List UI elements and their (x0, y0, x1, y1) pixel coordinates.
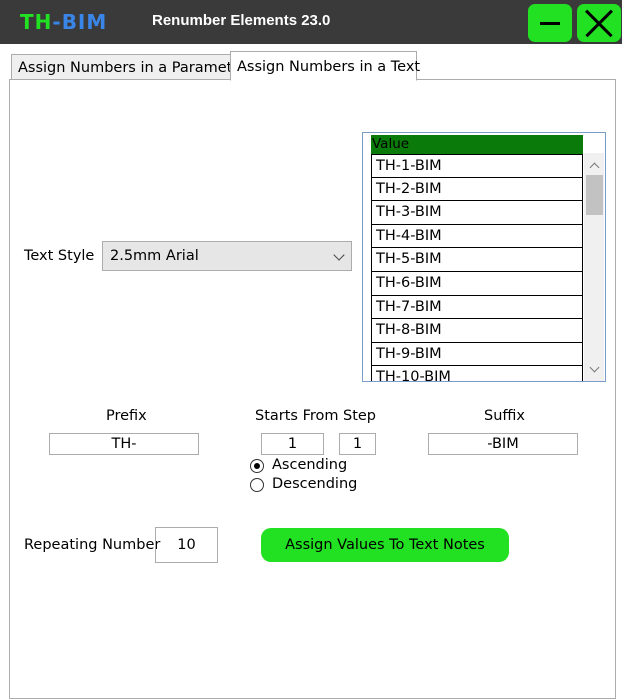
title-bar: TH-BIM Renumber Elements 23.0 (0, 0, 622, 44)
chevron-down-icon (333, 249, 345, 261)
prefix-label: Prefix (106, 408, 147, 424)
scroll-down-icon[interactable] (589, 362, 600, 373)
scroll-up-icon[interactable] (589, 162, 600, 173)
minimize-icon (540, 22, 560, 25)
text-style-value: 2.5mm Arial (110, 248, 199, 264)
grid-row[interactable]: TH-6-BIM (371, 272, 583, 296)
grid-row[interactable]: TH-5-BIM (371, 248, 583, 272)
minimize-button[interactable] (528, 4, 572, 42)
text-style-dropdown[interactable]: 2.5mm Arial (102, 241, 352, 271)
repeating-number-input[interactable]: 10 (155, 527, 218, 563)
window-title: Renumber Elements 23.0 (152, 12, 331, 29)
close-button[interactable] (577, 4, 621, 42)
starts-from-input[interactable]: 1 (261, 433, 324, 455)
text-style-label: Text Style (24, 248, 95, 264)
descending-radio[interactable] (250, 478, 264, 492)
grid-row[interactable]: TH-10-BIM (371, 366, 583, 381)
descending-label[interactable]: Descending (272, 476, 357, 492)
grid-row[interactable]: TH-8-BIM (371, 319, 583, 343)
step-label: Step (343, 408, 377, 424)
repeating-number-label: Repeating Number (24, 537, 161, 553)
ascending-radio[interactable] (250, 459, 264, 473)
grid-row[interactable]: TH-9-BIM (371, 342, 583, 367)
grid-row[interactable]: TH-1-BIM (371, 154, 583, 178)
suffix-input[interactable]: -BIM (428, 433, 578, 455)
grid-header-value[interactable]: Value (371, 135, 583, 154)
grid-row[interactable]: TH-3-BIM (371, 201, 583, 225)
ascending-label[interactable]: Ascending (272, 457, 347, 473)
step-input[interactable]: 1 (339, 433, 376, 455)
grid-scrollbar[interactable] (584, 153, 604, 381)
starts-from-label: Starts From (255, 408, 339, 424)
grid-row[interactable]: TH-4-BIM (371, 224, 583, 249)
scroll-thumb[interactable] (586, 175, 603, 215)
tab-assign-text[interactable]: Assign Numbers in a Text (230, 51, 420, 81)
prefix-input[interactable]: TH- (49, 433, 199, 455)
tab-assign-parameter[interactable]: Assign Numbers in a Parameter (11, 54, 247, 80)
assign-values-button[interactable]: Assign Values To Text Notes (261, 528, 509, 562)
suffix-label: Suffix (484, 408, 525, 424)
grid-row[interactable]: TH-7-BIM (371, 295, 583, 320)
app-logo: TH-BIM (20, 10, 108, 34)
values-grid[interactable]: Value TH-1-BIM TH-2-BIM TH-3-BIM TH-4-BIM TH… (362, 132, 606, 382)
grid-row[interactable]: TH-2-BIM (371, 177, 583, 202)
